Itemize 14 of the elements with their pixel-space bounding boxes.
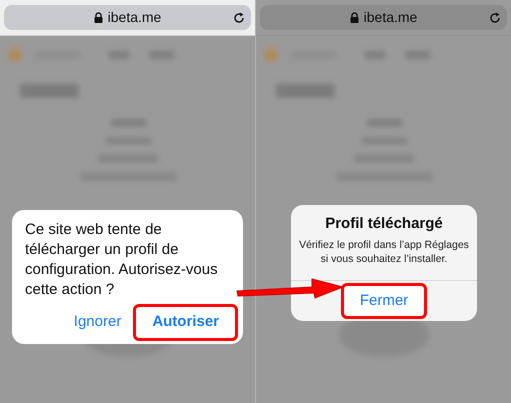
- reload-icon[interactable]: [233, 12, 245, 24]
- url-text: ibeta.me: [364, 8, 418, 27]
- address-bar[interactable]: ibeta.me: [4, 5, 251, 30]
- reload-icon[interactable]: [489, 12, 501, 24]
- address-bar[interactable]: ibeta.me: [260, 5, 507, 30]
- dialog-message: Ce site web tente de télécharger un profil de configuration. Autorisez-vous cette action ?: [25, 220, 219, 300]
- dialog-message: Vérifiez le profil dans l’app Réglages si vous souhaitez l’installer.: [298, 238, 470, 266]
- lock-icon: [350, 12, 359, 23]
- dialog-button[interactable]: Autoriser: [144, 307, 227, 338]
- dialog-title: Profil téléchargé: [325, 214, 443, 234]
- url-text: ibeta.me: [108, 8, 162, 27]
- lock-icon: [94, 12, 103, 23]
- dialog-button[interactable]: Ignorer: [66, 307, 130, 338]
- dialog-button[interactable]: Fermer: [352, 286, 416, 316]
